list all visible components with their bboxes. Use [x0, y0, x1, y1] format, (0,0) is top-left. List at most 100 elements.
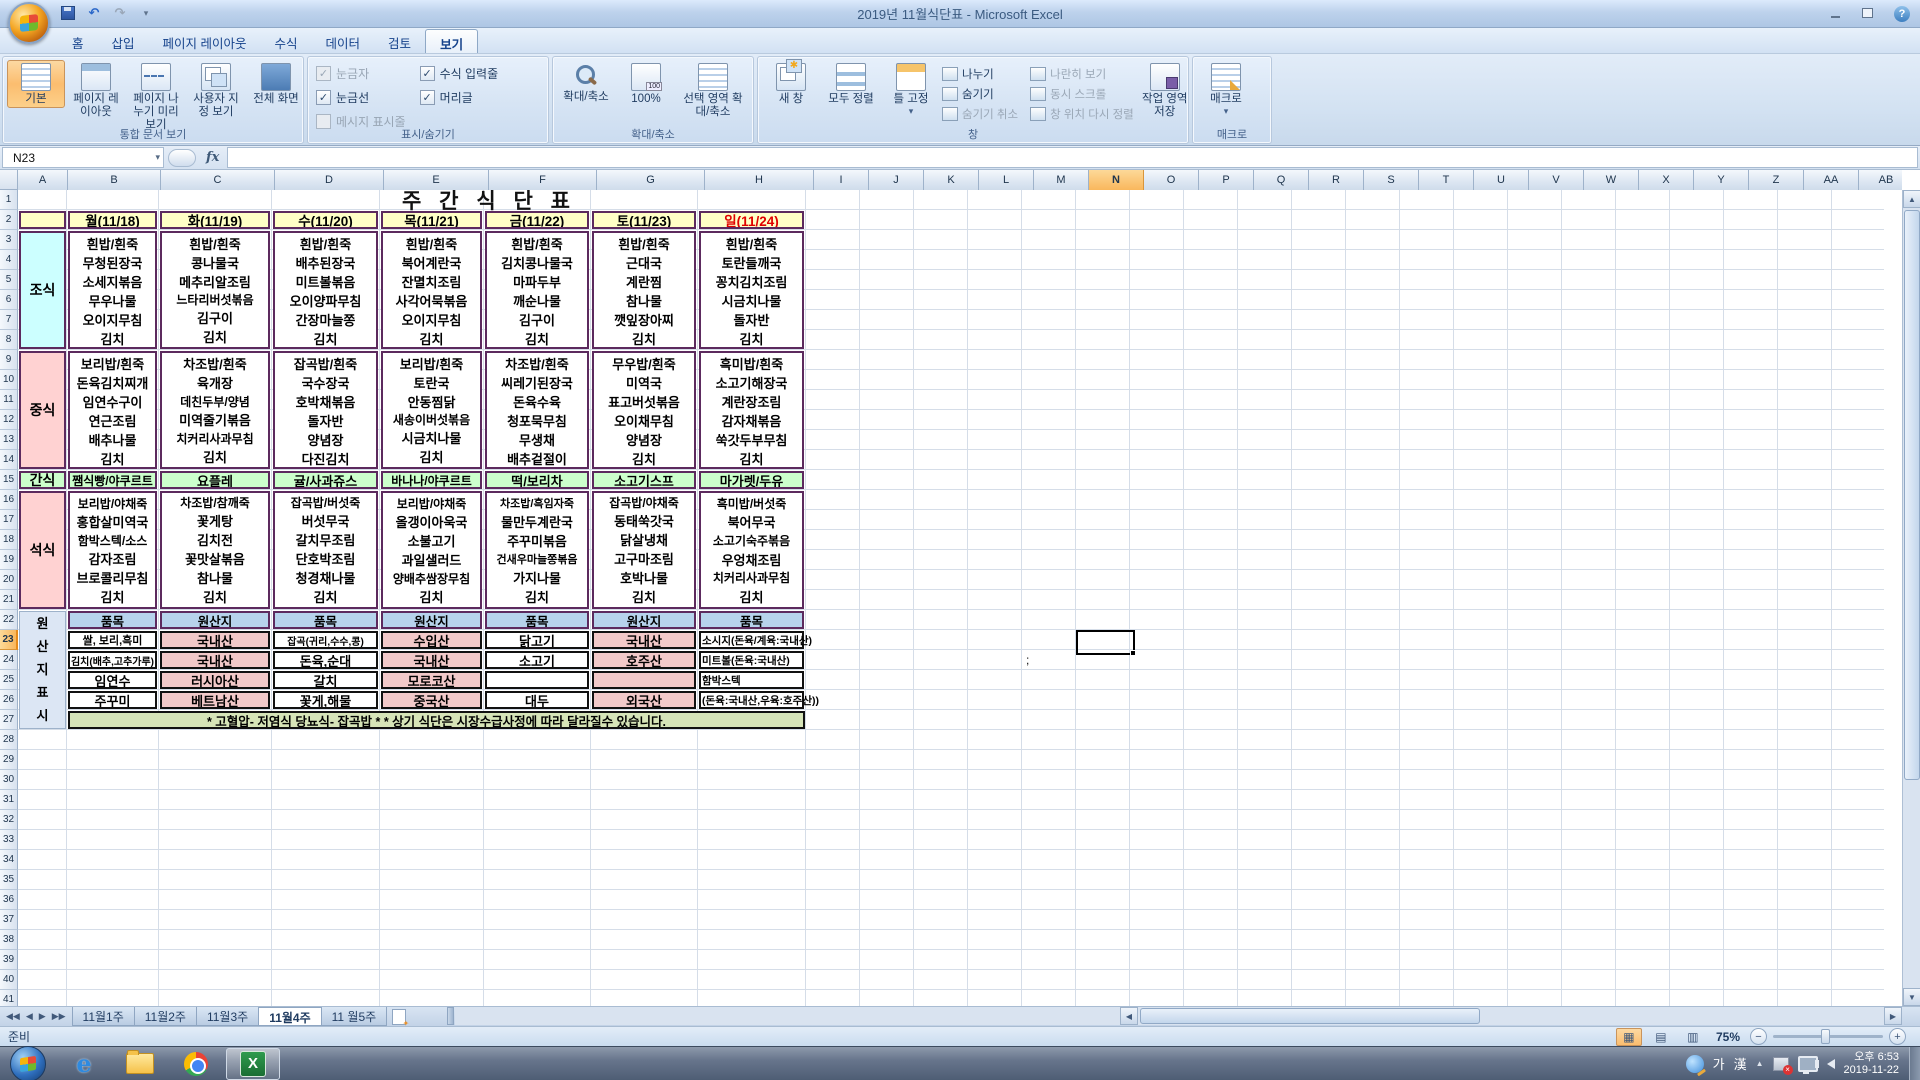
column-header-A[interactable]: A	[18, 170, 68, 190]
row-header-3[interactable]: 3	[0, 230, 18, 250]
origin-cell[interactable]: 수입산	[381, 631, 482, 649]
checkbox-눈금자[interactable]: ✓ 눈금자	[316, 65, 406, 82]
row-header-40[interactable]: 40	[0, 970, 18, 990]
column-header-V[interactable]: V	[1529, 170, 1584, 190]
row-header-36[interactable]: 36	[0, 890, 18, 910]
insert-worksheet-tab[interactable]	[386, 1007, 412, 1028]
ime-hanja-indicator[interactable]: 漢	[1734, 1054, 1747, 1073]
row-header-39[interactable]: 39	[0, 950, 18, 970]
origin-header-cell[interactable]: 품목	[68, 611, 157, 629]
column-header-R[interactable]: R	[1309, 170, 1364, 190]
checkbox-머리글[interactable]: ✓ 머리글	[419, 89, 499, 106]
row-header-18[interactable]: 18	[0, 530, 18, 550]
row-header-27[interactable]: 27	[0, 710, 18, 730]
origin-cell[interactable]: 대두	[485, 691, 589, 709]
meal-cell-breakfast[interactable]: 흰밥/흰죽 토란들깨국 꽁치김치조림 시금치나물 돌자반 김치	[699, 231, 804, 349]
tray-expand-icon[interactable]: ▲	[1756, 1059, 1764, 1068]
row-header-1[interactable]: 1	[0, 190, 18, 210]
column-header-D[interactable]: D	[275, 170, 384, 190]
snack-cell[interactable]: 마가렛/두유	[699, 471, 804, 489]
row-header-35[interactable]: 35	[0, 870, 18, 890]
meal-cell-dinner[interactable]: 흑미밥/버섯죽 북어무국 소고기숙주볶음 우엉채조림 치커리사과무침 김치	[699, 491, 804, 609]
meal-cell-dinner[interactable]: 잡곡밥/버섯죽 버섯무국 갈치무조림 단호박조림 청경채나물 김치	[273, 491, 378, 609]
day-header-금(11/22)[interactable]: 금(11/22)	[485, 211, 589, 229]
origin-cell[interactable]: 외국산	[592, 691, 696, 709]
lunch-label[interactable]: 중식	[19, 351, 66, 469]
ribbon-tab-검토[interactable]: 검토	[374, 29, 425, 53]
origin-cell[interactable]: 베트남산	[160, 691, 270, 709]
select-all-button[interactable]	[0, 170, 18, 190]
meal-cell-lunch[interactable]: 차조밥/흰죽 육개장 데친두부/양념 미역줄기볶음 치커리사과무침 김치	[160, 351, 270, 469]
origin-header-cell[interactable]: 품목	[273, 611, 378, 629]
meal-cell-lunch[interactable]: 보리밥/흰죽 돈육김치찌개 임연수구이 연근조림 배추나물 김치	[68, 351, 157, 469]
origin-header-cell[interactable]: 품목	[485, 611, 589, 629]
ribbon-tab-삽입[interactable]: 삽입	[98, 29, 149, 53]
zoom-out-button[interactable]: −	[1750, 1028, 1767, 1045]
origin-cell[interactable]: 국내산	[160, 631, 270, 649]
start-button[interactable]	[2, 1045, 54, 1080]
column-header-T[interactable]: T	[1419, 170, 1474, 190]
ribbon-button-틀 고정[interactable]: 틀 고정 ▾	[882, 60, 940, 119]
meal-cell-dinner[interactable]: 보리밥/야채죽 홍합살미역국 함박스텍/소스 감자조림 브로콜리무침 김치	[68, 491, 157, 609]
origin-cell[interactable]: 국내산	[592, 631, 696, 649]
column-header-E[interactable]: E	[384, 170, 489, 190]
origin-cell[interactable]: 러시아산	[160, 671, 270, 689]
origin-cell[interactable]: 국내산	[160, 651, 270, 669]
column-header-Z[interactable]: Z	[1749, 170, 1804, 190]
sheet-tab-11월3주[interactable]: 11월3주	[195, 1007, 260, 1026]
ribbon-tab-페이지 레이아웃[interactable]: 페이지 레이아웃	[149, 29, 261, 53]
zoom-level[interactable]: 75%	[1716, 1030, 1740, 1044]
meal-cell-lunch[interactable]: 무우밥/흰죽 미역국 표고버섯볶음 오이채무침 양념장 김치	[592, 351, 696, 469]
taskbar-clock[interactable]: 오후 6:53 2019-11-22	[1844, 1051, 1899, 1077]
sheet-tab-11월2주[interactable]: 11월2주	[133, 1007, 197, 1026]
save-button[interactable]	[58, 4, 78, 22]
row-header-23[interactable]: 23	[0, 630, 18, 650]
origin-cell[interactable]: 주꾸미	[68, 691, 157, 709]
row-header-14[interactable]: 14	[0, 450, 18, 470]
column-header-J[interactable]: J	[869, 170, 924, 190]
selected-cell[interactable]	[1076, 630, 1136, 656]
column-header-Q[interactable]: Q	[1254, 170, 1309, 190]
ribbon-button-페이지 레이아웃[interactable]: 페이지 레이아웃	[67, 60, 125, 121]
row-header-29[interactable]: 29	[0, 750, 18, 770]
origin-cell[interactable]: 호주산	[592, 651, 696, 669]
snack-cell[interactable]: 쨈식빵/야쿠르트	[68, 471, 157, 489]
prev-sheet-icon[interactable]: ◀	[24, 1011, 35, 1022]
column-header-C[interactable]: C	[161, 170, 275, 190]
zoom-slider-handle[interactable]	[1821, 1029, 1830, 1044]
origin-header-cell[interactable]: 원산지	[381, 611, 482, 629]
sheet-tab-11 월5주[interactable]: 11 월5주	[320, 1007, 388, 1026]
taskbar-internet-explorer[interactable]: e	[58, 1049, 110, 1079]
row-header-13[interactable]: 13	[0, 430, 18, 450]
snack-cell[interactable]: 소고기스프	[592, 471, 696, 489]
ribbon-button-숨기기 취소[interactable]: 숨기기 취소	[942, 106, 1018, 122]
row-header-20[interactable]: 20	[0, 570, 18, 590]
meal-cell-dinner[interactable]: 차조밥/참깨죽 꽃게탕 김치전 꽃맛살볶음 참나물 김치	[160, 491, 270, 609]
row-header-16[interactable]: 16	[0, 490, 18, 510]
ribbon-button-확대/축소[interactable]: 확대/축소	[557, 60, 615, 106]
ribbon-button-창 위치 다시 정렬[interactable]: 창 위치 다시 정렬	[1030, 106, 1134, 122]
column-header-K[interactable]: K	[924, 170, 979, 190]
scroll-up-icon[interactable]: ▲	[1903, 190, 1920, 208]
meal-cell-breakfast[interactable]: 흰밥/흰죽 북어계란국 잔멸치조림 사각어묵볶음 오이지무침 김치	[381, 231, 482, 349]
origin-cell[interactable]: (돈육:국내산,우육:호주산))	[699, 691, 819, 709]
insert-function-button[interactable]: fx	[206, 150, 219, 165]
row-header-28[interactable]: 28	[0, 730, 18, 750]
qat-customize-button[interactable]: ▾	[136, 4, 156, 22]
name-box-dropdown-icon[interactable]: ▾	[155, 152, 160, 163]
redo-button[interactable]: ↷	[110, 4, 130, 22]
ribbon-button-동시 스크롤[interactable]: 동시 스크롤	[1030, 86, 1134, 102]
row-header-38[interactable]: 38	[0, 930, 18, 950]
tab-split-handle[interactable]	[447, 1007, 454, 1025]
office-button[interactable]	[8, 2, 50, 44]
taskbar-file-explorer[interactable]	[114, 1049, 166, 1079]
meal-cell-breakfast[interactable]: 흰밥/흰죽 근대국 계란찜 참나물 깻잎장아찌 김치	[592, 231, 696, 349]
ribbon-tab-홈[interactable]: 홈	[58, 29, 98, 53]
snack-cell[interactable]: 바나나/야쿠르트	[381, 471, 482, 489]
scroll-right-icon[interactable]: ▶	[1884, 1007, 1902, 1025]
row-header-12[interactable]: 12	[0, 410, 18, 430]
zoom-slider[interactable]	[1773, 1029, 1883, 1044]
page-break-view-button[interactable]: ▥	[1680, 1028, 1706, 1046]
column-header-N[interactable]: N	[1089, 170, 1144, 190]
column-header-M[interactable]: M	[1034, 170, 1089, 190]
